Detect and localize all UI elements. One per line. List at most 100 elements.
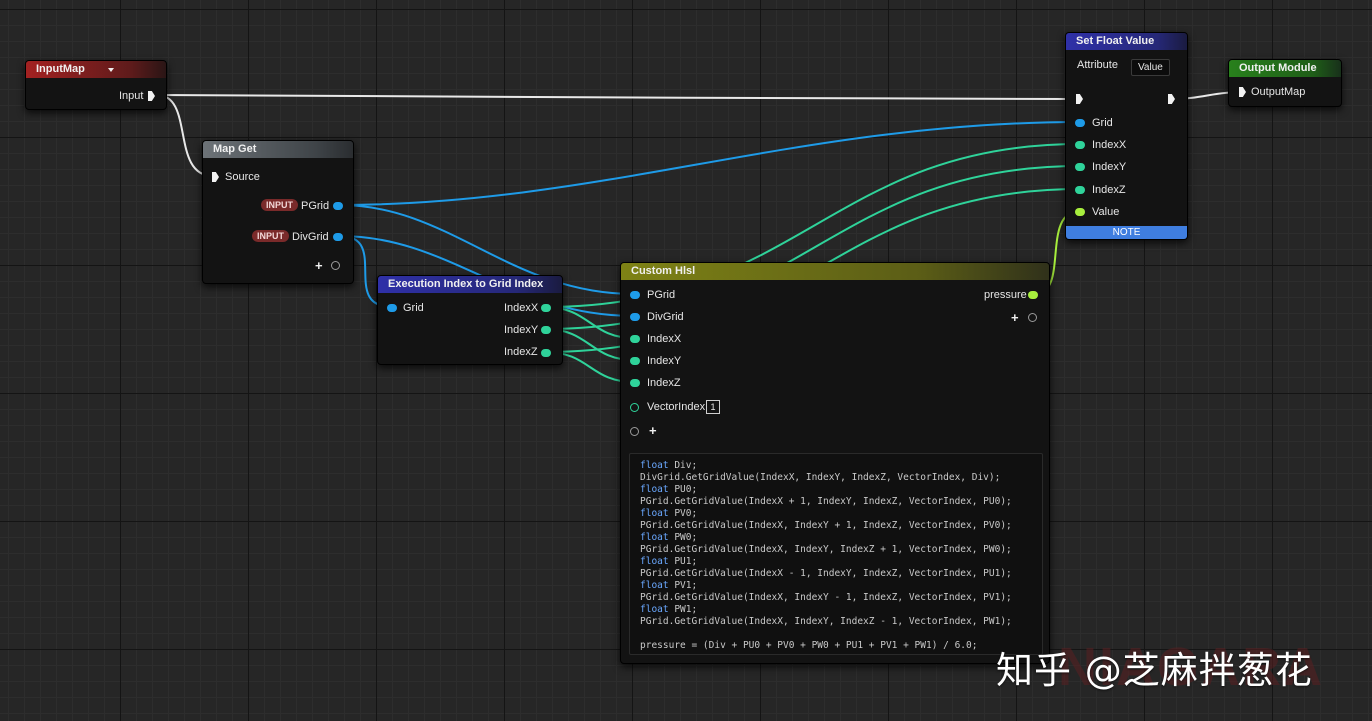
pin-vectorindex-label: VectorIndex	[647, 401, 706, 413]
pin-input-label: Input	[119, 90, 144, 102]
code-line: float PU1;	[640, 556, 698, 567]
pin-divgrid-label: DivGrid	[292, 231, 329, 243]
pin-divgrid-input-icon[interactable]	[630, 313, 640, 321]
code-keyword: float	[640, 484, 669, 495]
pin-vectorindex-icon[interactable]	[630, 403, 639, 412]
zhihu-watermark: 知乎 @芝麻拌葱花	[996, 649, 1313, 692]
pin-indexx-input-label: IndexX	[647, 333, 682, 345]
node-inputmap-header[interactable]: InputMap	[26, 61, 166, 78]
add-pin-plus-icon[interactable]: +	[315, 259, 323, 272]
code-line: float PV0;	[640, 508, 698, 519]
add-output-plus-icon[interactable]: +	[1011, 311, 1019, 324]
add-pin-circle-icon[interactable]	[331, 261, 340, 270]
pin-pgrid-icon[interactable]	[333, 202, 343, 210]
code-keyword: float	[640, 580, 669, 591]
node-custom-hlsl-header[interactable]: Custom Hlsl	[621, 263, 1049, 280]
code-line: PGrid.GetGridValue(IndexX, IndexY, Index…	[640, 616, 1012, 627]
code-keyword: float	[640, 604, 669, 615]
pin-indexy-input-icon[interactable]	[1075, 163, 1085, 171]
input-tag-divgrid: INPUT	[252, 230, 289, 242]
pin-grid-icon[interactable]	[387, 304, 397, 312]
node-map-get-header[interactable]: Map Get	[203, 141, 353, 158]
pin-indexy-input-label: IndexY	[1092, 161, 1127, 173]
code-line: PGrid.GetGridValue(IndexX + 1, IndexY, I…	[640, 496, 1012, 507]
code-line: float PW1;	[640, 604, 698, 615]
pin-pressure-icon[interactable]	[1028, 291, 1038, 299]
pin-value-input-label: Value	[1092, 206, 1120, 218]
pin-pgrid-label: PGrid	[301, 200, 330, 212]
wire-exec-input-to-setfloat	[156, 94, 1073, 101]
code-line: float PV1;	[640, 580, 698, 591]
pin-indexy-label: IndexY	[504, 324, 539, 336]
pin-divgrid-icon[interactable]	[333, 233, 343, 241]
pin-indexz-input-label: IndexZ	[1092, 184, 1126, 196]
node-exec-index[interactable]: Execution Index to Grid Index Grid Index…	[377, 275, 563, 365]
pin-indexy-input-label: IndexY	[647, 355, 682, 367]
chevron-down-icon[interactable]	[108, 68, 114, 72]
code-line: PGrid.GetGridValue(IndexX - 1, IndexY, I…	[640, 568, 1012, 579]
node-custom-hlsl[interactable]: Custom Hlsl PGrid DivGrid IndexX IndexY …	[620, 262, 1050, 664]
pin-indexy-icon[interactable]	[541, 326, 551, 334]
code-line: DivGrid.GetGridValue(IndexX, IndexY, Ind…	[640, 472, 1001, 483]
code-line: PGrid.GetGridValue(IndexX, IndexY + 1, I…	[640, 520, 1012, 531]
pin-indexz-label: IndexZ	[504, 346, 538, 358]
pin-indexy-input-icon[interactable]	[630, 357, 640, 365]
code-line: PGrid.GetGridValue(IndexX, IndexY - 1, I…	[640, 592, 1012, 603]
pin-grid-label: Grid	[403, 302, 424, 314]
pin-outputmap-label: OutputMap	[1251, 86, 1306, 98]
code-line: float PU0;	[640, 484, 698, 495]
node-set-float-value[interactable]: Set Float Value Attribute Value Grid Ind…	[1065, 32, 1188, 240]
node-set-float-header[interactable]: Set Float Value	[1066, 33, 1187, 50]
add-input-plus-icon[interactable]: +	[649, 424, 657, 437]
pin-grid-input-label: Grid	[1092, 117, 1113, 129]
pin-value-input-icon[interactable]	[1075, 208, 1085, 216]
pin-indexx-label: IndexX	[504, 302, 539, 314]
node-map-get[interactable]: Map Get Source INPUT PGrid INPUT DivGrid…	[202, 140, 354, 284]
node-output-module-title: Output Module	[1239, 62, 1317, 74]
attribute-label: Attribute	[1077, 59, 1118, 71]
pin-indexz-icon[interactable]	[541, 349, 551, 357]
exec-pin-input-icon[interactable]	[1239, 87, 1246, 97]
hlsl-code-editor[interactable]: float Div; DivGrid.GetGridValue(IndexX, I…	[629, 453, 1043, 655]
node-output-module-header[interactable]: Output Module	[1229, 60, 1341, 77]
code-keyword: float	[640, 532, 669, 543]
attribute-value-field[interactable]: Value	[1131, 59, 1170, 76]
code-line: float PW0;	[640, 532, 698, 543]
code-line: float Div;	[640, 460, 698, 471]
exec-pin-input-icon[interactable]	[212, 172, 219, 182]
node-custom-hlsl-title: Custom Hlsl	[631, 265, 696, 277]
code-keyword: float	[640, 556, 669, 567]
exec-pin-output-icon[interactable]	[148, 91, 155, 101]
code-line: PGrid.GetGridValue(IndexX, IndexY, Index…	[640, 544, 1012, 555]
pin-pgrid-input-icon[interactable]	[630, 291, 640, 299]
pin-pressure-label: pressure	[984, 289, 1027, 301]
node-inputmap[interactable]: InputMap Input	[25, 60, 167, 110]
exec-pin-input-icon[interactable]	[1076, 94, 1083, 104]
pin-divgrid-input-label: DivGrid	[647, 311, 684, 323]
node-inputmap-title: InputMap	[36, 63, 85, 75]
input-tag-pgrid: INPUT	[261, 199, 298, 211]
node-map-get-title: Map Get	[213, 143, 257, 155]
pin-indexz-input-icon[interactable]	[1075, 186, 1085, 194]
note-bar[interactable]: NOTE	[1066, 226, 1187, 239]
pin-pgrid-input-label: PGrid	[647, 289, 676, 301]
code-keyword: float	[640, 460, 669, 471]
pin-indexz-input-icon[interactable]	[630, 379, 640, 387]
pin-indexx-icon[interactable]	[541, 304, 551, 312]
exec-pin-output-icon[interactable]	[1168, 94, 1175, 104]
pin-grid-input-icon[interactable]	[1075, 119, 1085, 127]
pin-indexx-input-icon[interactable]	[630, 335, 640, 343]
wire-pgrid-to-setfloat-grid	[339, 121, 1081, 206]
node-set-float-title: Set Float Value	[1076, 35, 1155, 47]
pin-indexz-input-label: IndexZ	[647, 377, 681, 389]
pin-source-label: Source	[225, 171, 260, 183]
code-keyword: float	[640, 508, 669, 519]
node-exec-index-header[interactable]: Execution Index to Grid Index	[378, 276, 562, 293]
node-exec-index-title: Execution Index to Grid Index	[388, 278, 544, 290]
pin-indexx-input-icon[interactable]	[1075, 141, 1085, 149]
add-input-circle-icon[interactable]	[630, 427, 639, 436]
vectorindex-value-box[interactable]: 1	[706, 400, 720, 414]
add-output-circle-icon[interactable]	[1028, 313, 1037, 322]
node-output-module[interactable]: Output Module OutputMap	[1228, 59, 1342, 107]
